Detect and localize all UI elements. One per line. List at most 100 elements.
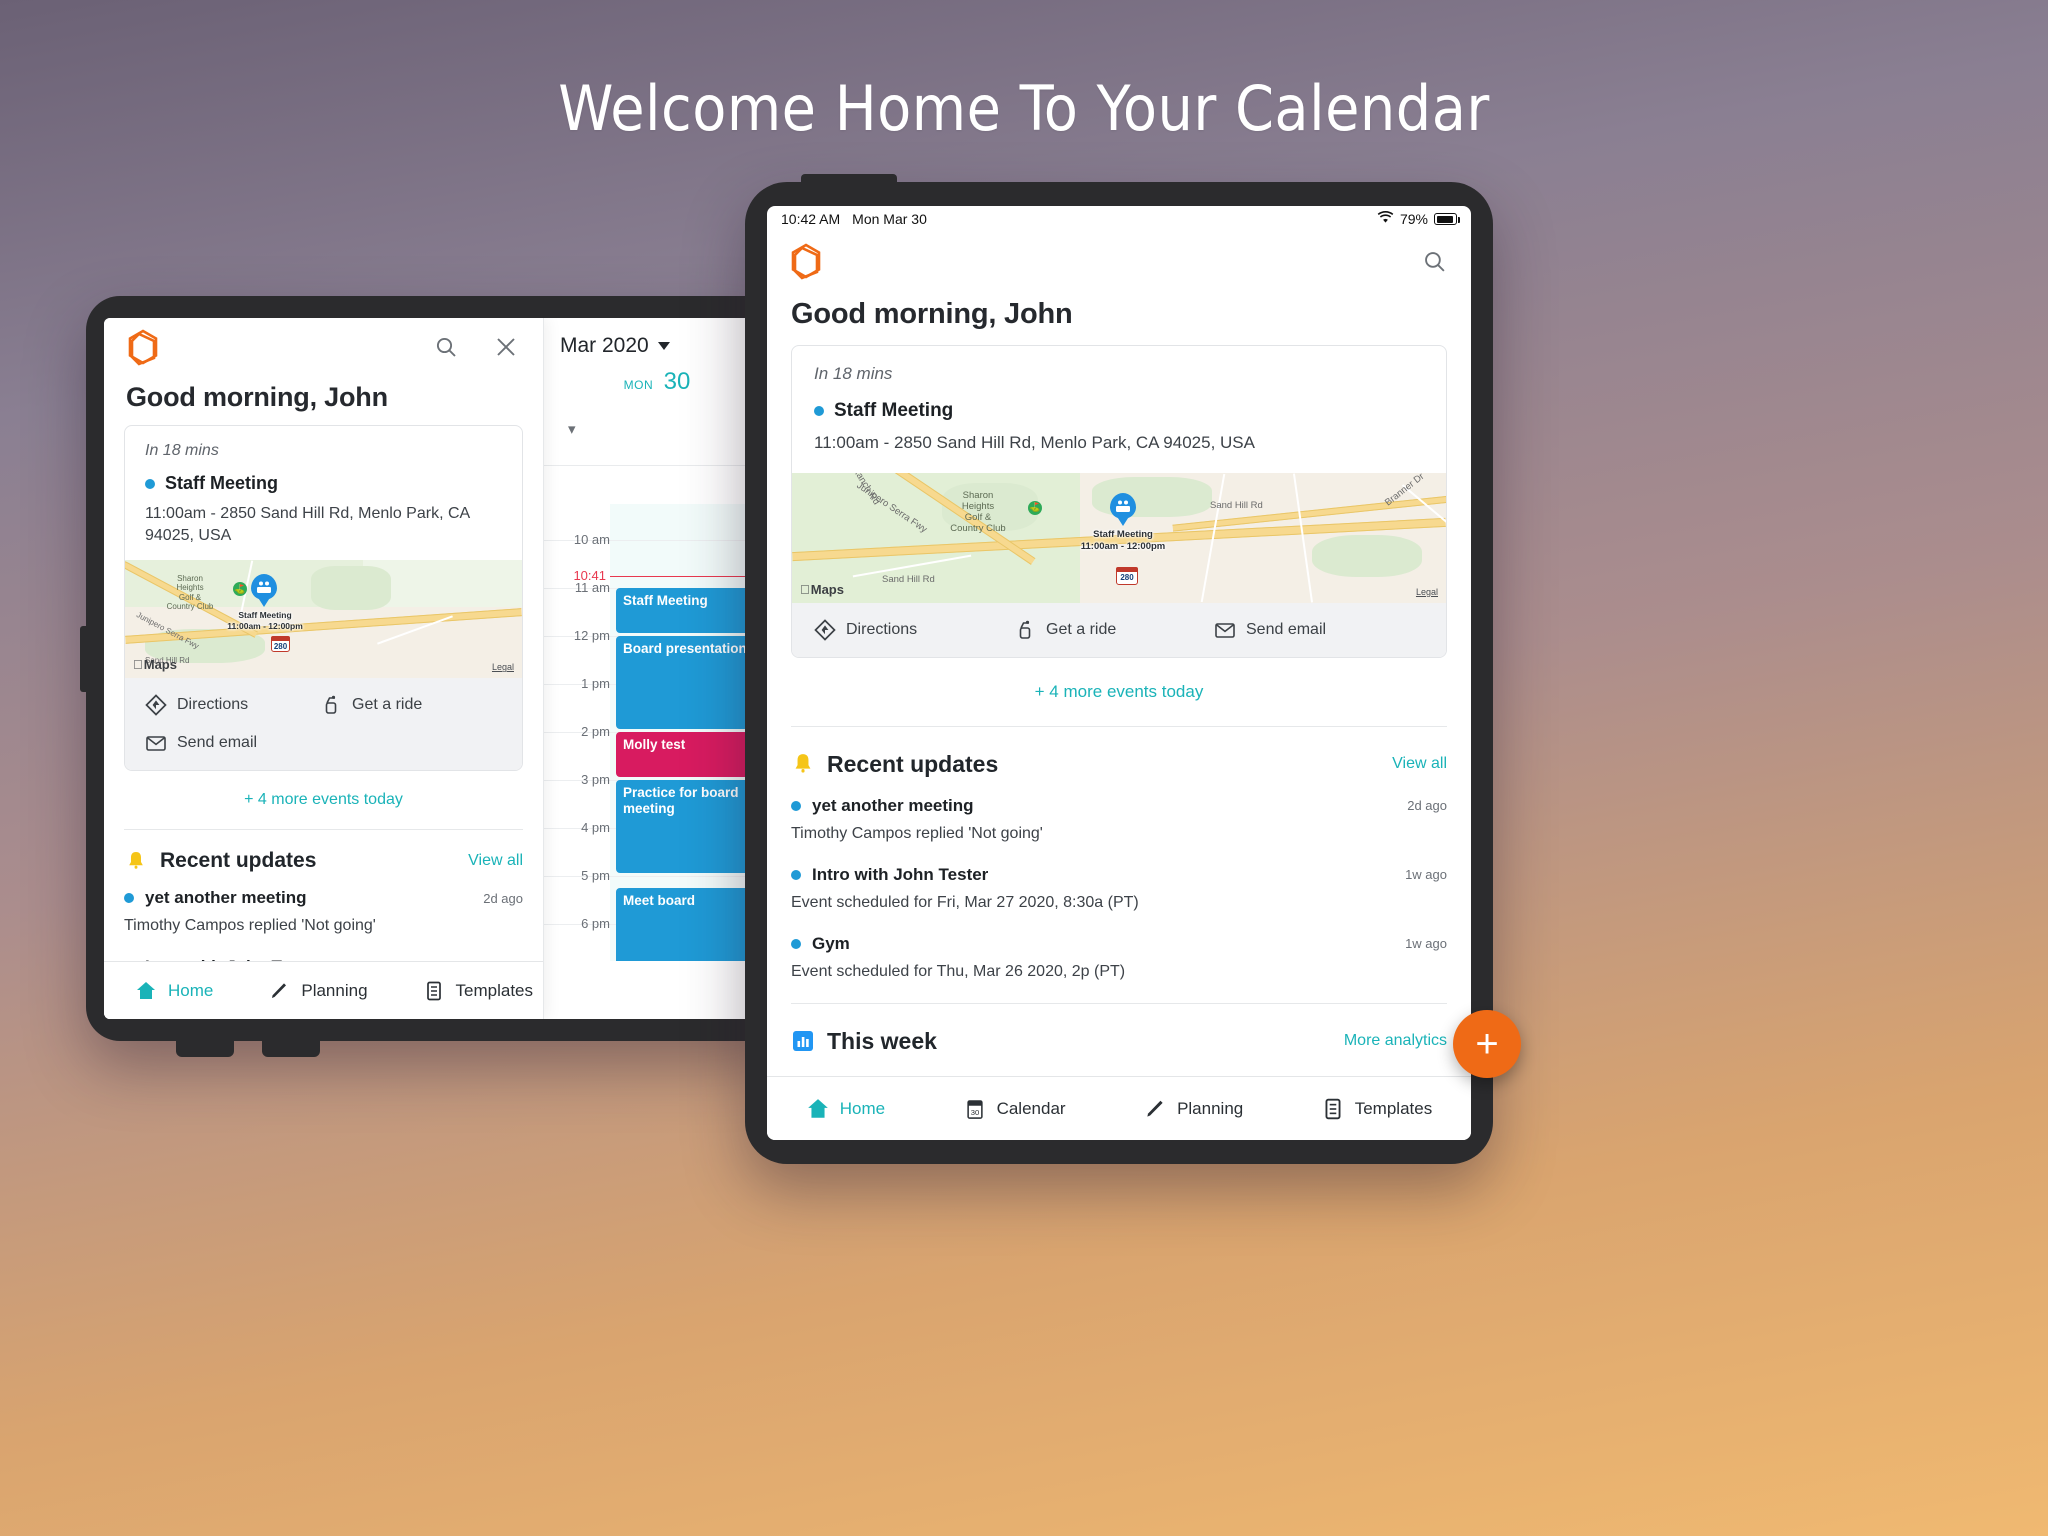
tab-templates-left[interactable]: Templates [422, 979, 533, 1003]
update-age: 1w ago [1405, 936, 1447, 952]
directions-button[interactable]: Directions [814, 619, 1014, 641]
tab-home-right[interactable]: Home [806, 1097, 885, 1121]
directions-button[interactable]: Directions [145, 694, 320, 716]
battery-percent: 79% [1399, 211, 1428, 227]
current-time-label: 10:41 [573, 568, 606, 583]
tab-bar-right: Home 30 Calendar Planning Templates [767, 1076, 1471, 1140]
directions-label: Directions [177, 696, 249, 714]
tablet-device-right: + 10:42 AM Mon Mar 30 79% Good morning, … [745, 174, 1521, 1164]
send-email-label: Send email [177, 734, 258, 752]
recent-updates-header-right: Recent updates View all [767, 727, 1471, 782]
device-foot [176, 1041, 234, 1057]
map-pin-time: 11:00am - 12:00pm [1080, 540, 1166, 552]
tab-planning-left[interactable]: Planning [267, 979, 368, 1003]
highway-shield-280: 280 [1115, 566, 1139, 585]
highway-shield-280: 280 [270, 635, 291, 653]
tab-planning-right[interactable]: Planning [1143, 1097, 1243, 1121]
more-events-link-right[interactable]: + 4 more events today [767, 658, 1471, 726]
tab-home-left[interactable]: Home [134, 979, 213, 1003]
calendar-toolbar: Mar 2020 [544, 318, 768, 358]
apple-maps-logo: Maps [133, 657, 177, 672]
tab-label: Calendar [996, 1098, 1066, 1118]
status-date: Mon Mar 30 [852, 211, 927, 227]
map-label-golf-club: Sharon Heights Golf & Country Club [950, 489, 1006, 534]
tablet-device-left: 10:42 AM Mon Mar 30 Mar 2020 MON 30 ▾ Jo… [80, 296, 786, 1057]
send-email-label: Send email [1246, 620, 1327, 638]
maps-brand-text: Maps [133, 657, 177, 673]
update-item-right[interactable]: Intro with John Tester 1w ago Event sche… [767, 843, 1471, 912]
send-email-button[interactable]: Send email [1214, 619, 1326, 641]
bell-icon [791, 751, 815, 777]
tab-templates-right[interactable]: Templates [1321, 1097, 1432, 1121]
envelope-icon [1214, 619, 1236, 641]
app-header-right [767, 232, 1471, 284]
event-subtitle-line2: 94025, USA [145, 526, 232, 544]
view-all-link-left[interactable]: View all [468, 852, 523, 870]
hexagon-logo-icon[interactable] [789, 242, 823, 280]
hour-label: 5 pm [581, 868, 610, 883]
event-map-right[interactable]: Sharon Heights Golf & Country Club ⛳ Jun… [792, 472, 1446, 603]
next-event-card-left[interactable]: In 18 mins Staff Meeting 11:00am - 2850 … [124, 425, 523, 772]
get-a-ride-label: Get a ride [1046, 620, 1117, 638]
get-a-ride-button[interactable]: Get a ride [320, 694, 422, 716]
calendar-color-dot [791, 869, 801, 880]
event-actions-left: Directions Get a ride Send email [125, 678, 522, 771]
event-subtitle-right: 11:00am - 2850 Sand Hill Rd, Menlo Park,… [814, 433, 1255, 452]
update-age: 2d ago [1407, 798, 1447, 814]
home-icon [134, 979, 158, 1003]
day-number: 30 [663, 368, 691, 395]
tab-bar-left: Home Planning Templates [104, 961, 543, 1019]
all-day-row: ▾ John in Seattle +2 San Francisco [544, 404, 768, 466]
send-email-button[interactable]: Send email [145, 732, 502, 754]
chevron-down-icon[interactable]: ▾ [568, 420, 576, 438]
map-pin-label: Staff Meeting 11:00am - 12:00pm [223, 610, 307, 631]
update-item-right[interactable]: yet another meeting 2d ago Timothy Campo… [767, 782, 1471, 843]
calendar-day-header: MON 30 [544, 358, 768, 396]
envelope-icon [145, 732, 167, 754]
event-title-row-left: Staff Meeting [125, 460, 522, 494]
get-a-ride-button[interactable]: Get a ride [1014, 619, 1214, 641]
event-location-pin [1110, 492, 1136, 527]
recent-updates-title-right: Recent updates [827, 750, 999, 777]
update-item-left[interactable]: yet another meeting 2d ago Timothy Campo… [104, 876, 543, 935]
close-icon[interactable] [491, 332, 521, 362]
battery-icon [1434, 213, 1460, 225]
calendar-icon: 30 [963, 1097, 987, 1121]
hexagon-logo-icon[interactable] [126, 328, 160, 366]
hour-label: 12 pm [573, 628, 610, 643]
map-label-sand-hill-left: Sand Hill Rd [882, 573, 935, 585]
event-map-left[interactable]: Sharon Heights Golf & Country Club ⛳ Jun… [125, 560, 522, 679]
map-label-sand-hill-right: Sand Hill Rd [1210, 499, 1263, 511]
calendar-color-dot [791, 800, 801, 811]
chevron-down-icon [657, 342, 670, 350]
map-legal-link[interactable]: Legal [1416, 587, 1438, 597]
home-pane-left: Good morning, John In 18 mins Staff Meet… [104, 318, 544, 1019]
map-legal-link[interactable]: Legal [492, 662, 514, 672]
day-column-header[interactable]: MON 30 [620, 368, 694, 396]
calendar-time-grid[interactable]: 10 am11 am12 pm1 pm2 pm3 pm4 pm5 pm6 pm7… [544, 504, 768, 961]
add-event-button[interactable]: + [1453, 1010, 1521, 1078]
tab-label: Planning [1177, 1098, 1244, 1118]
map-pin-title: Staff Meeting [1093, 528, 1153, 540]
update-item-right[interactable]: Gym 1w ago Event scheduled for Thu, Mar … [767, 912, 1471, 981]
map-pin-title: Staff Meeting [238, 610, 292, 621]
recent-updates-header-left: Recent updates View all [104, 830, 543, 876]
update-desc: Timothy Campos replied 'Not going' [791, 824, 1043, 842]
view-all-link-right[interactable]: View all [1392, 755, 1447, 773]
directions-label: Directions [846, 620, 918, 638]
calendar-pane: Mar 2020 MON 30 ▾ John in Seattle +2 San… [544, 318, 768, 1019]
search-icon[interactable] [1419, 246, 1449, 276]
event-location-pin [251, 574, 277, 608]
event-title-right: Staff Meeting [834, 400, 954, 421]
tab-label: Home [168, 980, 214, 1000]
more-analytics-link[interactable]: More analytics [1344, 1032, 1447, 1050]
event-when-right: In 18 mins [814, 364, 893, 383]
greeting-left: Good morning, John [126, 382, 388, 412]
device-camera-nub [801, 174, 897, 184]
month-selector[interactable]: Mar 2020 [560, 334, 670, 358]
more-events-link-left[interactable]: + 4 more events today [104, 771, 543, 829]
pencil-icon [1143, 1097, 1167, 1121]
search-icon[interactable] [431, 332, 461, 362]
tab-calendar-right[interactable]: 30 Calendar [963, 1097, 1066, 1121]
next-event-card-right[interactable]: In 18 mins Staff Meeting 11:00am - 2850 … [791, 345, 1447, 658]
